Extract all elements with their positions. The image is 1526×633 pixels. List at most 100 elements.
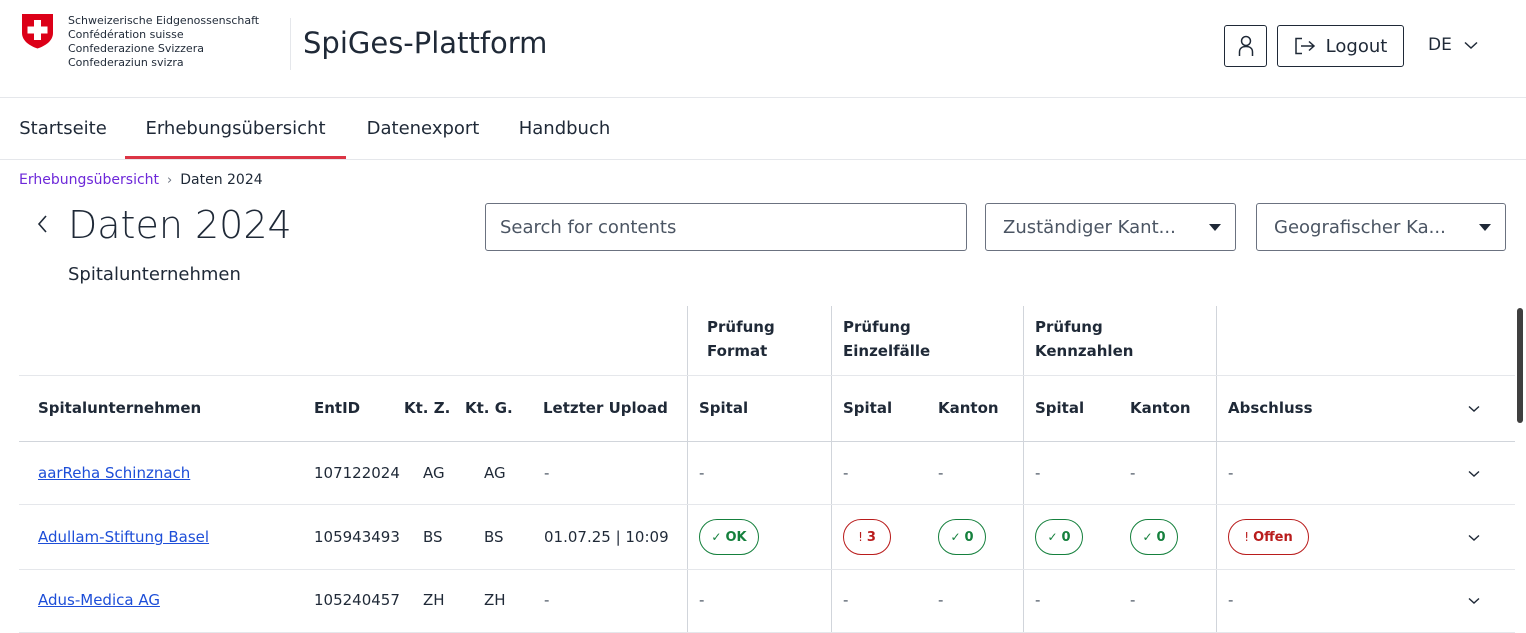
status-badge-value: 0 [1061, 529, 1071, 545]
group-header-format: Prüfung Format [707, 315, 775, 363]
nav-item-datenexport[interactable]: Datenexport [366, 98, 480, 159]
status-badge-value: 0 [964, 529, 974, 545]
column-header-einzel-kanton[interactable]: Kanton [938, 399, 999, 417]
column-divider [1023, 306, 1024, 633]
chevron-down-icon[interactable] [1468, 597, 1480, 605]
group-header-kennzahlen: Prüfung Kennzahlen [1035, 315, 1133, 363]
canton-geographic-value: Geografischer Ka... [1274, 216, 1446, 238]
group-header-line: Prüfung [1035, 318, 1103, 336]
column-header-format-spital[interactable]: Spital [699, 399, 748, 417]
status-badge-value: 3 [866, 529, 876, 545]
column-header-name[interactable]: Spitalunternehmen [38, 399, 201, 417]
logout-icon [1294, 37, 1315, 55]
user-profile-button[interactable] [1224, 25, 1267, 67]
back-chevron-icon[interactable] [36, 211, 48, 241]
canton-responsible-select[interactable]: Zuständiger Kant... [985, 203, 1236, 251]
language-selector[interactable]: DE [1428, 35, 1478, 55]
column-header-entid[interactable]: EntID [314, 399, 360, 417]
row-kenn-kanton: - [1130, 591, 1136, 609]
chevron-down-icon[interactable] [1468, 470, 1480, 478]
column-header-abschluss[interactable]: Abschluss [1228, 399, 1313, 417]
row-divider [19, 375, 1515, 376]
row-entid: 105943493 [314, 528, 400, 546]
nav-item-handbuch[interactable]: Handbuch [517, 98, 612, 159]
group-header-line: Einzelfälle [843, 342, 931, 360]
nav-item-startseite[interactable]: Startseite [19, 98, 107, 159]
breadcrumb-parent-link[interactable]: Erhebungsübersicht [19, 172, 159, 188]
row-ktg: AG [484, 464, 506, 482]
row-divider [19, 441, 1515, 442]
row-name-link[interactable]: aarReha Schinznach [38, 464, 190, 482]
dropdown-caret-icon [1479, 223, 1491, 231]
row-upload: - [544, 464, 550, 482]
row-divider [19, 569, 1515, 570]
column-header-ktg[interactable]: Kt. G. [465, 399, 513, 417]
swiss-cross-logo[interactable] [21, 13, 54, 49]
status-badge-kenn-spital[interactable]: ✓ 0 [1035, 519, 1083, 555]
warning-icon: ! [858, 530, 863, 544]
row-kenn-kanton: - [1130, 464, 1136, 482]
column-divider [687, 306, 688, 633]
column-header-einzel-spital[interactable]: Spital [843, 399, 892, 417]
status-badge-value: OK [725, 529, 747, 545]
column-header-upload[interactable]: Letzter Upload [543, 399, 668, 417]
row-einzel-kanton: - [938, 464, 944, 482]
status-badge-einzel-spital[interactable]: ! 3 [843, 519, 891, 555]
group-header-line: Kennzahlen [1035, 342, 1134, 360]
row-ktz: BS [423, 528, 443, 546]
row-einzel-spital: - [843, 591, 849, 609]
confederation-fr: Confédération suisse [68, 28, 184, 41]
app-title[interactable]: SpiGes-Plattform [303, 26, 547, 60]
chevron-down-icon[interactable] [1468, 534, 1480, 542]
column-divider [831, 306, 832, 633]
row-format-spital: - [699, 591, 705, 609]
row-upload: 01.07.25 | 10:09 [544, 528, 669, 546]
row-kenn-spital: - [1035, 464, 1041, 482]
row-name-link[interactable]: Adus-Medica AG [38, 591, 160, 609]
row-format-spital: - [699, 464, 705, 482]
header-divider [290, 18, 291, 70]
confederation-names: Schweizerische Eidgenossenschaft Confédé… [68, 14, 259, 70]
checkmark-icon: ✓ [1142, 530, 1153, 544]
canton-geographic-select[interactable]: Geografischer Ka... [1256, 203, 1506, 251]
status-badge-abschluss[interactable]: ! Offen [1228, 519, 1309, 555]
page-title: Daten 2024 [68, 203, 292, 247]
row-entid: 105240457 [314, 591, 400, 609]
site-header: Schweizerische Eidgenossenschaft Confédé… [0, 0, 1526, 98]
confederation-rm: Confederaziun svizra [68, 56, 184, 69]
column-header-kenn-kanton[interactable]: Kanton [1130, 399, 1191, 417]
status-badge-kenn-kanton[interactable]: ✓ 0 [1130, 519, 1178, 555]
scrollbar-thumb[interactable] [1517, 308, 1523, 423]
user-icon [1238, 35, 1253, 56]
dropdown-caret-icon [1209, 223, 1221, 231]
column-header-ktz[interactable]: Kt. Z. [404, 399, 450, 417]
row-name-link[interactable]: Adullam-Stiftung Basel [38, 528, 209, 546]
breadcrumb-current: Daten 2024 [180, 172, 263, 188]
row-einzel-spital: - [843, 464, 849, 482]
row-divider [19, 504, 1515, 505]
nav-item-erhebungsuebersicht[interactable]: Erhebungsübersicht [125, 98, 346, 159]
checkmark-icon: ✓ [1047, 530, 1058, 544]
checkmark-icon: ✓ [711, 530, 722, 544]
main-nav: Startseite Erhebungsübersicht Datenexpor… [0, 98, 1526, 160]
group-header-line: Format [707, 342, 768, 360]
chevron-down-icon[interactable] [1468, 405, 1480, 413]
status-badge-value: Offen [1253, 529, 1293, 545]
column-divider [1216, 306, 1217, 633]
row-ktg: ZH [484, 591, 506, 609]
logout-label: Logout [1325, 35, 1388, 57]
confederation-de: Schweizerische Eidgenossenschaft [68, 14, 260, 27]
search-input[interactable] [485, 203, 967, 251]
column-header-kenn-spital[interactable]: Spital [1035, 399, 1084, 417]
breadcrumb-separator: › [167, 172, 173, 188]
row-abschluss: - [1228, 464, 1234, 482]
logout-button[interactable]: Logout [1277, 25, 1404, 67]
group-header-line: Prüfung [707, 318, 775, 336]
row-ktz: AG [423, 464, 445, 482]
breadcrumb: Erhebungsübersicht › Daten 2024 [19, 172, 263, 188]
group-header-einzelfaelle: Prüfung Einzelfälle [843, 315, 930, 363]
status-badge-format-spital[interactable]: ✓ OK [699, 519, 759, 555]
status-badge-einzel-kanton[interactable]: ✓ 0 [938, 519, 986, 555]
language-label: DE [1428, 35, 1452, 55]
group-header-line: Prüfung [843, 318, 911, 336]
